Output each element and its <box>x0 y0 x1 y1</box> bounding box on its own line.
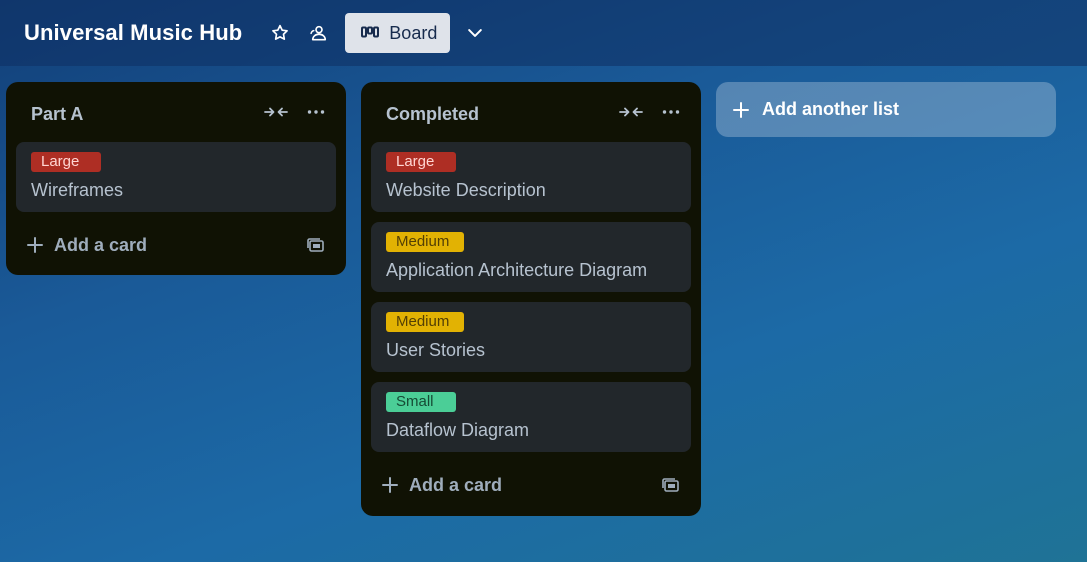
card[interactable]: Large Wireframes <box>16 142 336 212</box>
board-view-label: Board <box>389 22 438 43</box>
card[interactable]: Small Dataflow Diagram <box>371 382 691 452</box>
add-card-label: Add a card <box>409 474 503 495</box>
create-from-template-button[interactable] <box>302 231 330 259</box>
view-switcher-button[interactable] <box>459 17 491 49</box>
list-header: Part A <box>6 82 346 144</box>
card[interactable]: Medium Application Architecture Diagram <box>371 222 691 292</box>
card-label[interactable]: Large <box>386 152 456 172</box>
card-title: Website Description <box>386 180 546 200</box>
collapse-icon <box>619 107 643 117</box>
list-completed[interactable]: Completed Large Website Description Medi… <box>361 82 701 516</box>
card-title: Application Architecture Diagram <box>386 260 648 280</box>
card-label[interactable]: Large <box>31 152 101 172</box>
card-label[interactable]: Medium <box>386 232 464 252</box>
list-actions-button[interactable] <box>657 100 685 124</box>
add-another-list-label: Add another list <box>762 99 900 119</box>
chevron-down-icon <box>468 29 483 37</box>
card[interactable]: Large Website Description <box>371 142 691 212</box>
more-icon <box>662 110 680 114</box>
collapse-icon <box>264 107 288 117</box>
list-part-a[interactable]: Part A Large Wireframes Add a card <box>6 82 346 275</box>
card-title: User Stories <box>386 340 486 360</box>
more-icon <box>307 110 325 114</box>
star-icon <box>272 24 289 41</box>
card-title: Dataflow Diagram <box>386 420 530 440</box>
create-from-template-button[interactable] <box>657 471 685 499</box>
card-label[interactable]: Medium <box>386 312 464 332</box>
add-another-list-button[interactable]: Add another list <box>716 82 1056 137</box>
card-label[interactable]: Small <box>386 392 456 412</box>
plus-icon <box>733 101 749 118</box>
plus-icon <box>382 477 398 493</box>
template-icon <box>307 238 324 252</box>
add-card-label: Add a card <box>54 234 148 255</box>
add-card-button[interactable]: Add a card <box>18 227 278 263</box>
list-header: Completed <box>361 82 701 144</box>
list-title[interactable]: Completed <box>386 104 479 125</box>
plus-icon <box>27 237 43 253</box>
visibility-button[interactable] <box>303 17 335 49</box>
board-header: Universal Music Hub Board <box>0 0 1087 66</box>
card[interactable]: Medium User Stories <box>371 302 691 372</box>
add-card-button[interactable]: Add a card <box>373 467 633 503</box>
collapse-list-button[interactable] <box>262 100 290 124</box>
collapse-list-button[interactable] <box>617 100 645 124</box>
board-title[interactable]: Universal Music Hub <box>24 20 242 46</box>
list-actions-button[interactable] <box>302 100 330 124</box>
template-icon <box>662 478 679 492</box>
workspace-visible-icon <box>310 25 327 41</box>
board-view-button[interactable]: Board <box>345 13 451 53</box>
list-title[interactable]: Part A <box>31 104 83 125</box>
board-view-icon <box>361 26 380 38</box>
star-board-button[interactable] <box>264 17 296 49</box>
card-title: Wireframes <box>31 180 124 200</box>
